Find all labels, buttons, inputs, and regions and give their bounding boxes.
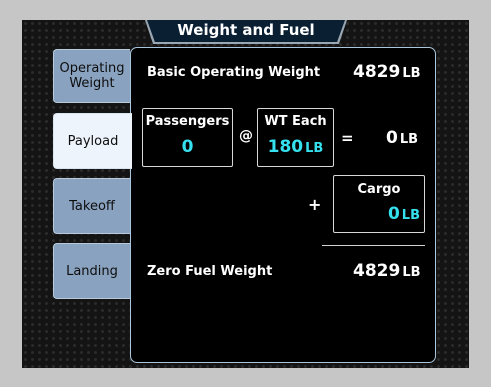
wt-each-number: 180 xyxy=(267,137,304,157)
page-title: Weight and Fuel xyxy=(177,21,315,39)
cargo-unit: LB xyxy=(401,208,420,223)
tab-payload[interactable]: Payload xyxy=(53,113,132,169)
zero-fuel-weight-unit: LB xyxy=(402,265,421,280)
passengers-label: Passengers xyxy=(145,114,230,129)
passengers-field[interactable]: Passengers 0 xyxy=(142,108,233,167)
zero-fuel-weight-number: 4829 xyxy=(353,261,401,281)
basic-operating-weight-unit: LB xyxy=(402,66,421,81)
basic-operating-weight-value: 4829 LB xyxy=(353,62,421,82)
zero-fuel-weight-label: Zero Fuel Weight xyxy=(147,264,273,279)
wt-each-value: 180 LB xyxy=(258,137,333,157)
cargo-field[interactable]: Cargo 0 LB xyxy=(333,175,425,233)
plus-symbol: + xyxy=(308,195,322,214)
cargo-value: 0 LB xyxy=(388,204,420,224)
cargo-number: 0 xyxy=(387,204,400,224)
passengers-value: 0 xyxy=(181,137,194,157)
wt-each-field[interactable]: WT Each 180 LB xyxy=(257,108,334,167)
wt-each-label: WT Each xyxy=(264,114,327,129)
basic-operating-weight-label: Basic Operating Weight xyxy=(147,65,321,80)
tab-operating-weight[interactable]: Operating Weight xyxy=(53,49,130,103)
sum-divider xyxy=(322,245,425,246)
wt-each-unit: LB xyxy=(305,141,324,156)
passenger-total-unit: LB xyxy=(399,132,419,147)
passenger-total-number: 0 xyxy=(386,128,398,148)
basic-operating-weight-number: 4829 xyxy=(353,62,401,82)
zero-fuel-weight-value: 4829 LB xyxy=(353,261,421,281)
passenger-total-value: 0 LB xyxy=(386,128,418,148)
tab-landing[interactable]: Landing xyxy=(53,243,130,299)
at-symbol: @ xyxy=(239,128,253,144)
tab-takeoff[interactable]: Takeoff xyxy=(53,178,130,234)
cargo-label: Cargo xyxy=(357,182,401,197)
equals-symbol: = xyxy=(341,129,354,147)
